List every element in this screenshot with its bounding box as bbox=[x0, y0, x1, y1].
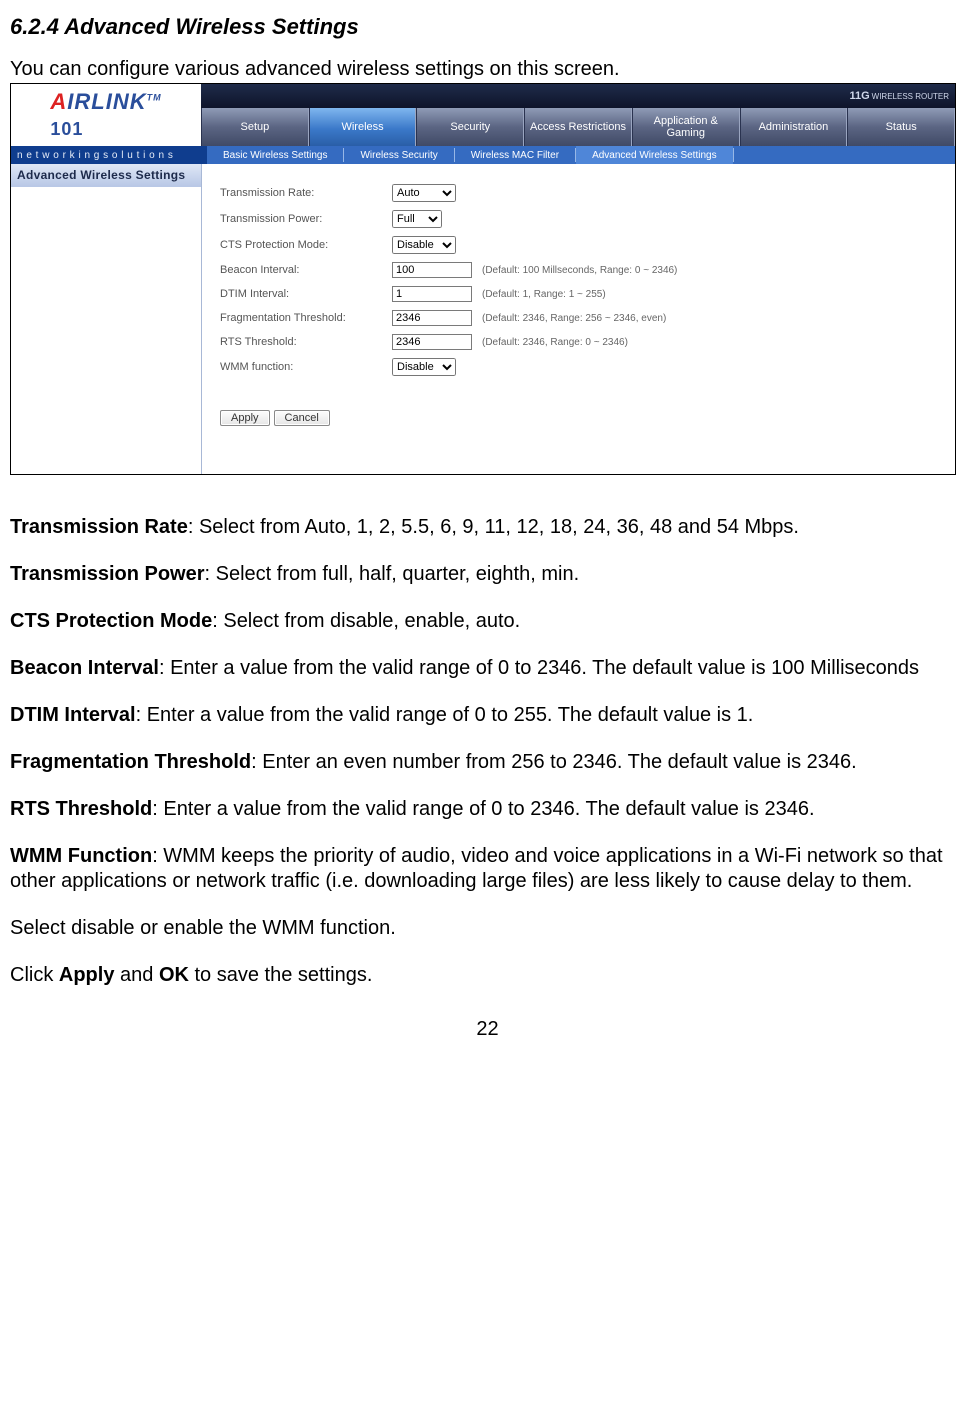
intro-text: You can configure various advanced wirel… bbox=[10, 58, 965, 81]
select-tx-power[interactable]: Full bbox=[392, 210, 442, 228]
lbl-dtim: DTIM Interval: bbox=[220, 288, 392, 300]
nav-wireless[interactable]: Wireless bbox=[309, 108, 417, 146]
nav-status[interactable]: Status bbox=[847, 108, 955, 146]
hint-frag: (Default: 2346, Range: 256 ~ 2346, even) bbox=[482, 313, 666, 324]
apply-button[interactable]: Apply bbox=[220, 410, 270, 426]
input-frag[interactable] bbox=[392, 310, 472, 326]
hint-dtim: (Default: 1, Range: 1 ~ 255) bbox=[482, 289, 606, 300]
lbl-tx-power: Transmission Power: bbox=[220, 213, 392, 225]
nav-administration[interactable]: Administration bbox=[740, 108, 848, 146]
section-heading: 6.2.4 Advanced Wireless Settings bbox=[10, 14, 965, 40]
lbl-rts: RTS Threshold: bbox=[220, 336, 392, 348]
hint-beacon: (Default: 100 Millseconds, Range: 0 ~ 23… bbox=[482, 265, 677, 276]
router-screenshot: AAIRLINKIRLINKTM 101 11G WIRELESS ROUTER… bbox=[10, 83, 956, 475]
nav-security[interactable]: Security bbox=[416, 108, 524, 146]
input-rts[interactable] bbox=[392, 334, 472, 350]
subnav-mac-filter[interactable]: Wireless MAC Filter bbox=[455, 146, 575, 164]
sub-nav: Basic Wireless Settings Wireless Securit… bbox=[207, 146, 955, 164]
lbl-frag: Fragmentation Threshold: bbox=[220, 312, 392, 324]
select-tx-rate[interactable]: Auto bbox=[392, 184, 456, 202]
nav-application-gaming[interactable]: Application & Gaming bbox=[632, 108, 740, 146]
input-dtim[interactable] bbox=[392, 286, 472, 302]
select-cts[interactable]: Disable bbox=[392, 236, 456, 254]
input-beacon[interactable] bbox=[392, 262, 472, 278]
subnav-security[interactable]: Wireless Security bbox=[344, 146, 453, 164]
logo: AAIRLINKIRLINKTM 101 bbox=[11, 84, 201, 146]
lbl-beacon: Beacon Interval: bbox=[220, 264, 392, 276]
lbl-wmm: WMM function: bbox=[220, 361, 392, 373]
header-dark-strip: 11G WIRELESS ROUTER bbox=[201, 84, 955, 108]
subnav-advanced[interactable]: Advanced Wireless Settings bbox=[576, 146, 733, 164]
nav-setup[interactable]: Setup bbox=[201, 108, 309, 146]
lbl-tx-rate: Transmission Rate: bbox=[220, 187, 392, 199]
nav-access-restrictions[interactable]: Access Restrictions bbox=[524, 108, 632, 146]
main-nav: Setup Wireless Security Access Restricti… bbox=[201, 108, 955, 146]
sidebar: Advanced Wireless Settings bbox=[11, 164, 202, 474]
cancel-button[interactable]: Cancel bbox=[274, 410, 330, 426]
select-wmm[interactable]: Disable bbox=[392, 358, 456, 376]
sidebar-heading: Advanced Wireless Settings bbox=[11, 164, 201, 187]
subnav-basic[interactable]: Basic Wireless Settings bbox=[207, 146, 343, 164]
description-block: Transmission Rate: Select from Auto, 1, … bbox=[10, 515, 965, 988]
tagline: n e t w o r k i n g s o l u t i o n s bbox=[11, 146, 207, 164]
hint-rts: (Default: 2346, Range: 0 ~ 2346) bbox=[482, 337, 628, 348]
page-number: 22 bbox=[10, 1018, 965, 1041]
product-tag-small: WIRELESS ROUTER bbox=[872, 92, 949, 101]
product-tag-big: 11G bbox=[849, 90, 869, 102]
lbl-cts: CTS Protection Mode: bbox=[220, 239, 392, 251]
form-area: Transmission Rate: Auto Transmission Pow… bbox=[202, 164, 955, 474]
